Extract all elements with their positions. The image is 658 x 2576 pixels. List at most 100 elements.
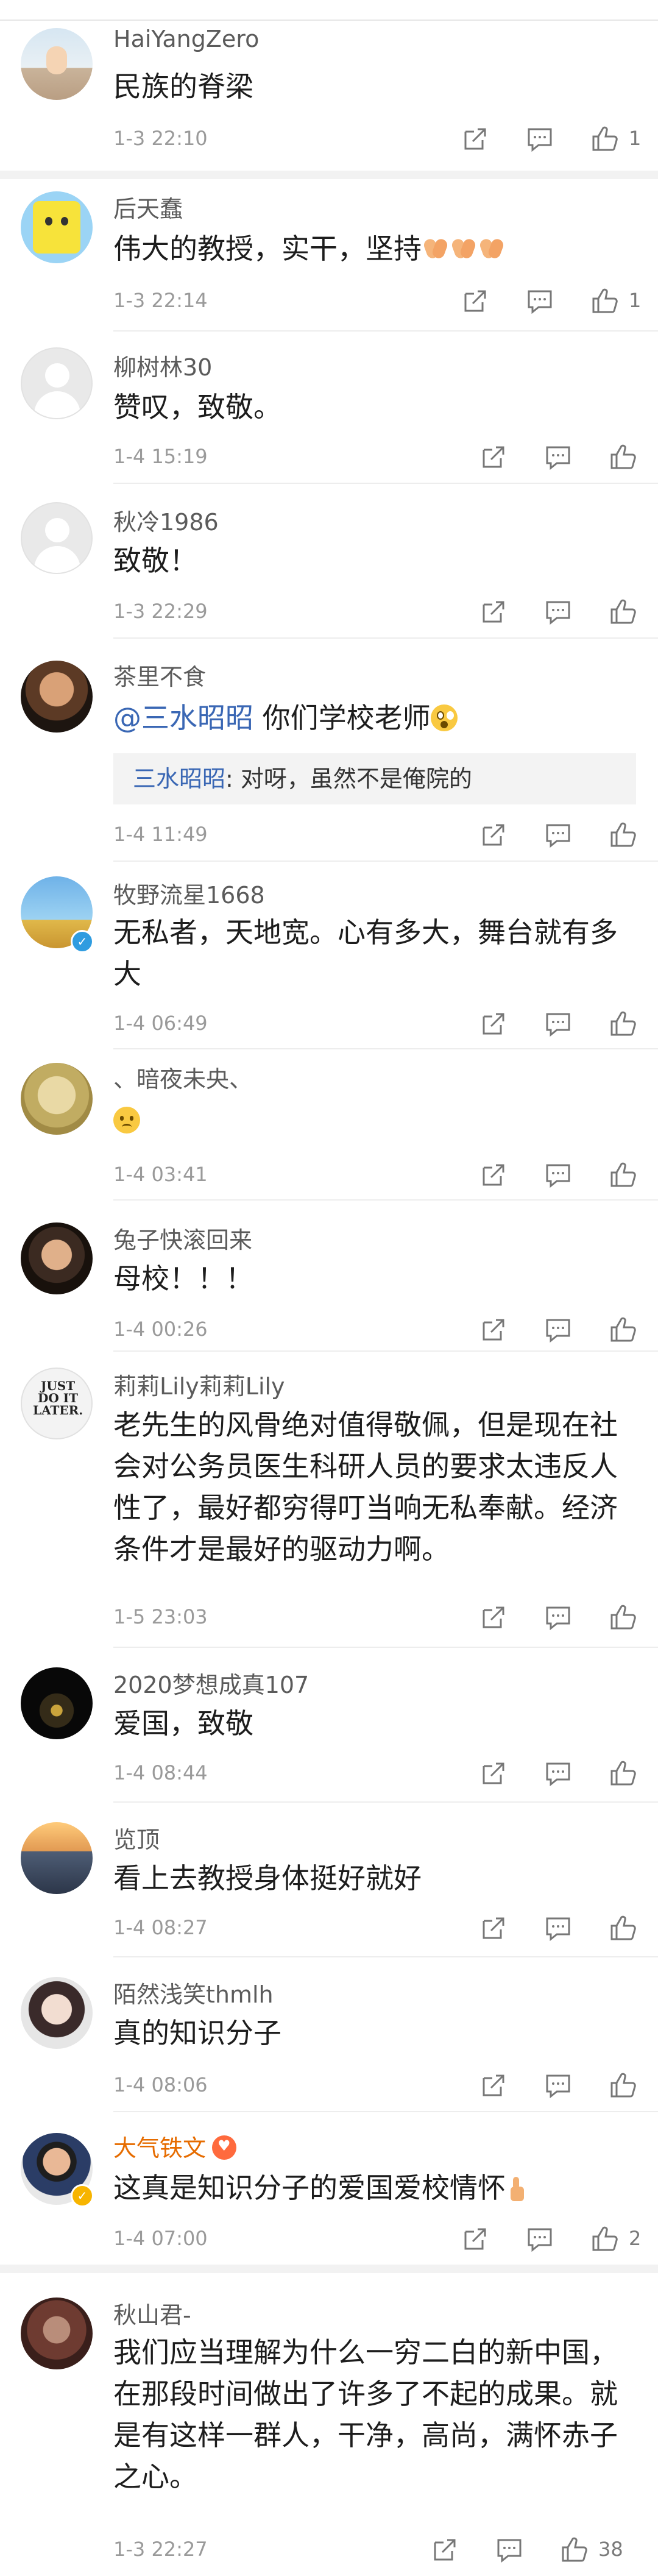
- like-count: 1: [629, 289, 642, 312]
- thumbs-up-icon: [610, 1915, 636, 1940]
- comment-text-body: 这真是知识分子的爱国爱校情怀: [113, 2171, 506, 2204]
- share-button[interactable]: [426, 2532, 463, 2568]
- comment-text-body: 伟大的教授，实干，坚持: [113, 232, 422, 265]
- comment-button[interactable]: [540, 1755, 576, 1792]
- comment-actions: [475, 817, 658, 853]
- comment-item: 、暗夜未央、 1-4 03:41: [0, 1049, 658, 1201]
- like-button[interactable]: [604, 1755, 641, 1792]
- share-button[interactable]: [475, 1311, 512, 1348]
- comment-actions: [475, 1157, 658, 1193]
- avatar[interactable]: [21, 1063, 93, 1135]
- comment-button[interactable]: [540, 1599, 576, 1636]
- share-icon: [483, 1762, 504, 1784]
- avatar[interactable]: [21, 1222, 93, 1294]
- share-button[interactable]: [475, 594, 512, 630]
- share-button[interactable]: [475, 817, 512, 853]
- share-button[interactable]: [475, 1157, 512, 1193]
- comment-icon: [546, 1319, 570, 1343]
- vip-username[interactable]: 大气铁文: [113, 2135, 206, 2162]
- like-button[interactable]: [604, 439, 641, 475]
- share-icon: [483, 1164, 504, 1186]
- share-button[interactable]: [475, 439, 512, 475]
- share-button[interactable]: [457, 121, 494, 157]
- comment-button[interactable]: [540, 1311, 576, 1348]
- comment-username[interactable]: HaiYangZero: [113, 26, 259, 52]
- share-button[interactable]: [475, 1910, 512, 1946]
- like-button[interactable]: [604, 1157, 641, 1193]
- comment-username[interactable]: 兔子快滚回来: [113, 1221, 252, 1255]
- avatar[interactable]: [21, 1822, 93, 1894]
- like-button[interactable]: [556, 2532, 592, 2568]
- comment-username[interactable]: 2020梦想成真107: [113, 1666, 309, 1700]
- share-button[interactable]: [475, 1006, 512, 1042]
- like-button[interactable]: [604, 1599, 641, 1636]
- comment-username[interactable]: 秋冷1986: [113, 503, 219, 537]
- comment-button[interactable]: [540, 594, 576, 630]
- share-icon: [483, 1319, 504, 1341]
- comment-item: 陌然浅笑thmlh 真的知识分子 1-4 08:06: [0, 1957, 658, 2112]
- comment-button[interactable]: [522, 121, 558, 157]
- comment-button[interactable]: [540, 2067, 576, 2104]
- avatar[interactable]: [21, 1667, 93, 1739]
- comment-username[interactable]: 览顶: [113, 1821, 160, 1854]
- like-button[interactable]: [586, 283, 623, 319]
- comment-time: 1-3 22:27: [113, 2538, 208, 2561]
- avatar[interactable]: [21, 347, 93, 419]
- clap-emoji-icon: [451, 235, 478, 261]
- comment-time: 1-4 06:49: [113, 1012, 208, 1035]
- comment-button[interactable]: [540, 817, 576, 853]
- comment-icon: [497, 2539, 522, 2563]
- avatar[interactable]: [21, 1977, 93, 2049]
- comment-item: 茶里不食 @三水昭昭 你们学校老师 三水昭昭: 对呀，虽然不是俺院的 1-4 1…: [0, 639, 658, 862]
- verified-badge-icon: ✓: [71, 2184, 94, 2207]
- avatar[interactable]: [21, 502, 93, 574]
- avatar[interactable]: [21, 28, 93, 100]
- thumbs-up-icon: [610, 1162, 636, 1187]
- like-button[interactable]: [586, 2221, 623, 2257]
- comment-item: 秋山君- 我们应当理解为什么一穷二白的新中国，在那段时间做出了许多了不起的成果。…: [0, 2273, 658, 2576]
- share-button[interactable]: [475, 2067, 512, 2104]
- avatar[interactable]: [21, 191, 93, 263]
- like-button[interactable]: [604, 1006, 641, 1042]
- comment-username[interactable]: 陌然浅笑thmlh: [113, 1976, 274, 2009]
- share-button[interactable]: [457, 283, 494, 319]
- share-button[interactable]: [475, 1599, 512, 1636]
- like-button[interactable]: [604, 817, 641, 853]
- comment-item: 柳树林30 赞叹，致敬。 1-4 15:19: [0, 332, 658, 484]
- comment-button[interactable]: [540, 1910, 576, 1946]
- thumbs-up-icon: [592, 288, 618, 313]
- like-button[interactable]: [586, 121, 623, 157]
- like-button[interactable]: [604, 594, 641, 630]
- frown-emoji-icon: [113, 1107, 140, 1134]
- share-button[interactable]: [475, 1755, 512, 1792]
- comment-button[interactable]: [522, 283, 558, 319]
- like-button[interactable]: [604, 1910, 641, 1946]
- comment-button[interactable]: [522, 2221, 558, 2257]
- comment-username[interactable]: 大气铁文: [113, 2129, 237, 2163]
- comment-actions: [475, 1311, 658, 1348]
- avatar[interactable]: [21, 2297, 93, 2369]
- mention-link[interactable]: @三水昭昭: [113, 701, 253, 734]
- comment-username[interactable]: 茶里不食: [113, 658, 206, 692]
- reply-preview[interactable]: 三水昭昭: 对呀，虽然不是俺院的: [113, 753, 636, 804]
- comment-item: ✓ 大气铁文 这真是知识分子的爱国爱校情怀 1-4 07:00 2: [0, 2112, 658, 2273]
- comment-icon: [546, 1164, 570, 1188]
- comment-button[interactable]: [491, 2532, 528, 2568]
- comment-button[interactable]: [540, 1157, 576, 1193]
- comment-text: 母校！！！: [113, 1262, 253, 1295]
- comment-username[interactable]: 秋山君-: [113, 2296, 191, 2330]
- comment-item: ✓ 牧野流星1668 无私者，天地宽。心有多大，舞台就有多大 1-4 06:49: [0, 862, 658, 1049]
- comment-username[interactable]: 莉莉Lily莉莉Lily: [113, 1368, 285, 1401]
- comment-username[interactable]: 、暗夜未央、: [113, 1060, 252, 1094]
- avatar[interactable]: [21, 661, 93, 733]
- comment-button[interactable]: [540, 439, 576, 475]
- comment-button[interactable]: [540, 1006, 576, 1042]
- share-button[interactable]: [457, 2221, 494, 2257]
- reply-username[interactable]: 三水昭昭: [133, 765, 225, 792]
- like-button[interactable]: [604, 2067, 641, 2104]
- like-button[interactable]: [604, 1311, 641, 1348]
- comment-username[interactable]: 柳树林30: [113, 349, 212, 382]
- comment-username[interactable]: 后天蠢: [113, 190, 183, 224]
- comment-username[interactable]: 牧野流星1668: [113, 876, 265, 910]
- avatar[interactable]: JUST DO IT LATER.: [21, 1368, 93, 1439]
